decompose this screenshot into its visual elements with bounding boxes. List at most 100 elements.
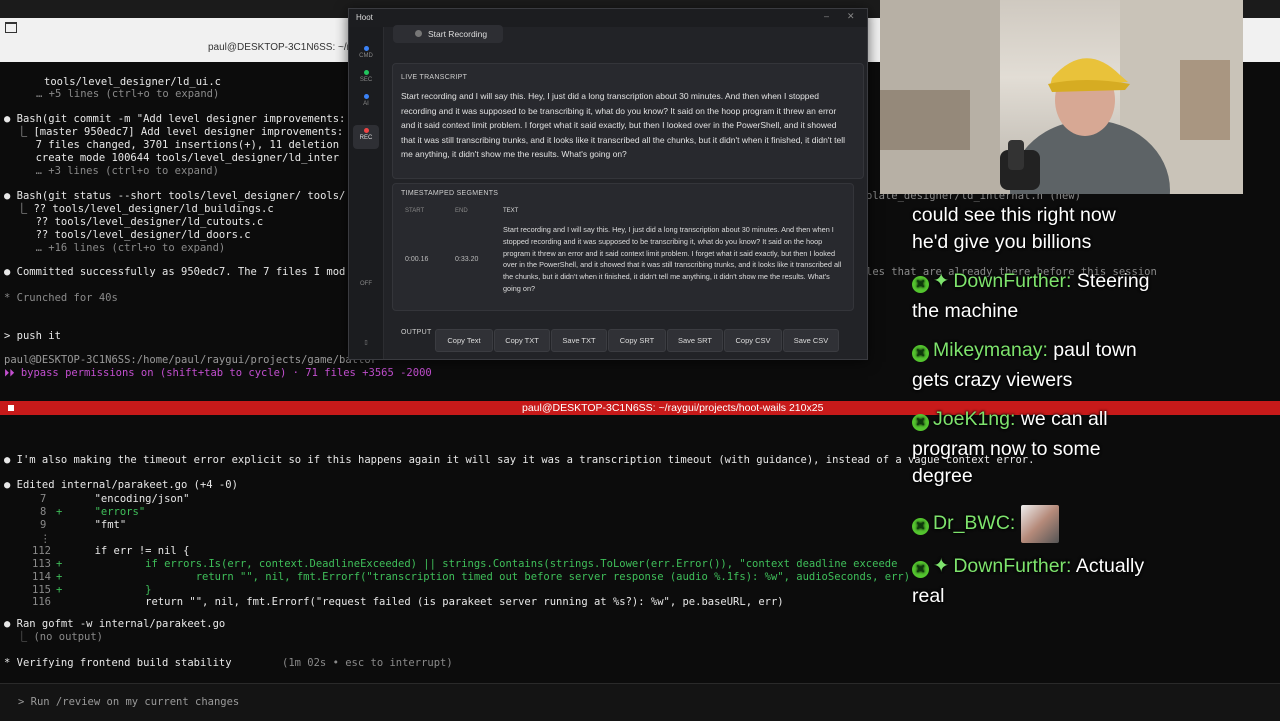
nav-rec[interactable]: REC [353,125,379,149]
close-icon[interactable]: ✕ [847,11,855,22]
webcam-feed [880,0,1243,194]
col-end: END [455,208,468,214]
chat-username: JoeK1ng: [933,408,1016,430]
terminal-window-icon [5,22,17,33]
stream-chat: could see this right now he'd give you b… [905,200,1280,620]
segment-end: 0:33.20 [455,256,479,263]
hoot-sidebar: CMD SEC AI REC OFF ▯ [349,27,384,359]
edit-header: ● Edited internal/parakeet.go (+4 -0) [4,479,238,491]
status-meta: (1m 02s • esc to interrupt) [282,657,453,669]
hoot-window[interactable]: Hoot – ✕ CMD SEC AI REC OFF ▯ Start Reco… [348,8,868,360]
chat-text: real [912,585,945,607]
term-line: 7 files changed, 3701 insertions(+), 11 … [4,139,340,151]
chat-message: ✕ Mikeymanay: paul town [912,335,1137,365]
term-line: ?? tools/level_designer/ld_doors.c [4,229,251,241]
chat-body: Steering [1076,270,1150,292]
webcam-image [880,0,1243,194]
segments-card: TIMESTAMPED SEGMENTS START END TEXT 0:00… [392,183,854,311]
sub-diamond-icon: ✦ [933,555,950,577]
chat-message: ✕ ✦ DownFurther: Actually [912,551,1144,581]
segments-heading: TIMESTAMPED SEGMENTS [401,190,499,197]
col-text: TEXT [503,208,519,214]
sub-diamond-icon: ✦ [933,270,950,292]
term-line: * Crunched for 40s [4,292,118,304]
term-line: … +16 lines (ctrl+o to expand) [4,242,226,254]
chat-badge-icon: ✕ [912,345,929,362]
save-txt-button[interactable]: Save TXT [551,329,607,352]
term-line: … +5 lines (ctrl+o to expand) [36,88,220,100]
diff-code: return "", nil, fmt.Errorf("transcriptio… [44,571,911,583]
diff-code: "encoding/json" [44,493,190,505]
chat-text: gets crazy viewers [912,369,1073,391]
upper-terminal-title: paul@DESKTOP-3C1N6SS: ~/ra [208,42,356,53]
chat-badge-icon: ✕ [912,518,929,536]
chat-message: ✕ Dr_BWC: [912,505,1059,543]
nav-sec[interactable]: SEC [353,67,379,91]
start-recording-button[interactable]: Start Recording [393,25,503,43]
segment-text: Start recording and I will say this. Hey… [503,225,842,293]
lower-terminal-title: paul@DESKTOP-3C1N6SS: ~/raygui/projects/… [522,402,824,414]
chat-username: Mikeymanay: [933,339,1048,361]
chat-badge-icon: ✕ [912,276,929,293]
nav-off[interactable]: OFF [353,281,379,305]
term-line: ?? tools/level_designer/ld_cutouts.c [4,216,264,228]
save-csv-button[interactable]: Save CSV [783,329,839,352]
sec-dot-icon [363,70,369,75]
copy-text-button[interactable]: Copy Text [435,329,493,352]
chat-username: Dr_BWC: [933,512,1016,535]
prompt-bar[interactable]: > Run /review on my current changes [0,683,1280,721]
diff-code: "errors" [44,506,146,518]
ran-line: ● Ran gofmt -w internal/parakeet.go [4,618,226,630]
nav-settings-icon[interactable]: ▯ [353,339,379,363]
chat-text: degree [912,465,973,487]
minimize-icon[interactable]: – [824,11,829,21]
live-transcript-text: Start recording and I will say this. Hey… [401,91,846,160]
nav-ai[interactable]: AI [353,91,379,115]
term-line: ● I'm also making the timeout error expl… [4,454,1035,466]
chat-body: Actually [1075,555,1145,577]
ai-dot-icon [363,94,369,99]
diff-code: } [44,584,152,596]
diff-code: if err != nil { [44,545,190,557]
prompt-input[interactable]: > Run /review on my current changes [18,696,239,708]
term-line: tools/level_designer/ld_ui.c | 761 ++ [44,76,399,88]
diff-code: "fmt" [44,519,127,531]
chat-text: program now to some [912,438,1101,460]
chat-text: he'd give you billions [912,231,1092,253]
output-label: OUTPUT [401,329,432,336]
chat-badge-icon: ✕ [912,414,929,431]
chat-username: DownFurther: [953,555,1072,577]
rec-dot-icon [363,128,369,133]
col-start: START [405,208,425,214]
chat-body: we can all [1020,408,1108,430]
chat-username: DownFurther: [953,270,1072,292]
copy-txt-button[interactable]: Copy TXT [494,329,550,352]
term-line: ● Committed successfully as 950edc7. The… [4,266,346,278]
emote-image [1020,505,1059,543]
term-line: paul@DESKTOP-3C1N6SS:/home/paul/raygui/p… [4,354,377,366]
chat-text: could see this right now [912,204,1116,226]
copy-csv-button[interactable]: Copy CSV [724,329,782,352]
hoot-title: Hoot [356,13,373,22]
ran-output: ⎿ (no output) [4,631,104,643]
chat-badge-icon: ✕ [912,561,929,578]
segment-start: 0:00.16 [405,256,429,263]
status-line: * Verifying frontend build stability [4,657,232,669]
copy-srt-button[interactable]: Copy SRT [608,329,666,352]
diff-line-number: ⋮ [40,533,51,545]
permissions-line: ⏵⏵ bypass permissions on (shift+tab to c… [4,367,432,379]
term-line: ● Bash(git commit -m "Add level designer… [4,113,346,125]
term-line: create mode 100644 tools/level_designer/… [4,152,340,164]
term-line: … +3 lines (ctrl+o to expand) [4,165,219,177]
diff-code: if errors.Is(err, context.DeadlineExceed… [44,558,898,570]
terminal-indicator-icon [8,405,14,411]
cmd-dot-icon [363,46,369,51]
chat-message: ✕ ✦ DownFurther: Steering [912,266,1150,296]
nav-cmd[interactable]: CMD [353,43,379,67]
term-line: ● Bash(git status --short tools/level_de… [4,190,346,202]
chat-text: the machine [912,300,1019,322]
live-transcript-heading: LIVE TRANSCRIPT [401,74,468,81]
term-line: ⎿ ?? tools/level_designer/ld_buildings.c [4,203,274,215]
save-srt-button[interactable]: Save SRT [667,329,723,352]
term-line: ⎿ [master 950edc7] Add level designer im… [4,126,344,138]
